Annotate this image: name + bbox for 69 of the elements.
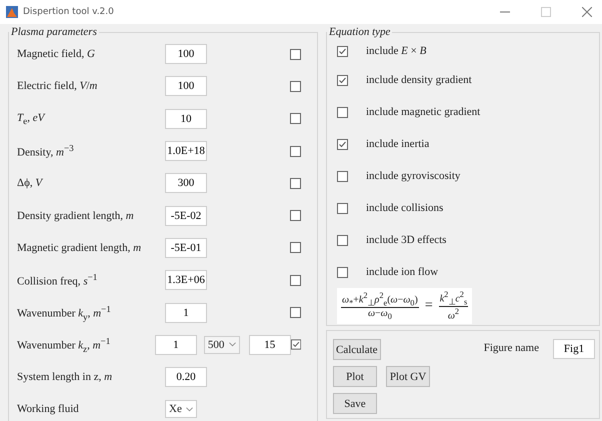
parameter-label: Magnetic field, G xyxy=(17,48,96,60)
checkbox[interactable] xyxy=(290,80,301,92)
checkbox[interactable] xyxy=(337,106,348,118)
parameter-label: Wavenumber k$_{y}$, m$^{−1}$ xyxy=(17,304,112,322)
option-label: include 3D effects xyxy=(366,234,446,246)
checkbox[interactable] xyxy=(290,146,301,157)
checkbox[interactable] xyxy=(290,113,301,124)
option-label: include E × B xyxy=(366,45,426,57)
option-label: include inertia xyxy=(366,138,430,150)
plot-button[interactable]: Plot GV xyxy=(386,366,430,387)
app-icon xyxy=(6,6,18,18)
value-field[interactable]: 15 xyxy=(248,334,291,355)
option-label: include collisions xyxy=(366,202,444,214)
parameter-label: System length in z, m xyxy=(17,371,114,384)
equation-denominator: ω−ω$_{0}$ xyxy=(368,308,392,321)
save-button[interactable]: Save xyxy=(333,393,377,414)
option-label: include magnetic gradient xyxy=(366,106,480,118)
window-title: Dispertion tool v.2.0 xyxy=(23,7,114,17)
steps-dropdown[interactable]: 500 xyxy=(204,336,240,354)
parameter-label: Magnetic gradient length, m xyxy=(17,242,142,254)
plot-button[interactable]: Plot xyxy=(333,366,377,387)
close-icon[interactable] xyxy=(582,7,592,17)
checkbox[interactable] xyxy=(290,307,301,318)
option-label: include density gradient xyxy=(366,74,472,86)
equation-numerator: ω$_{*}$+k$^{2}$$_{⊥}$ρ$^{2}$$_{e}$(ω−ω$_{0}$) xyxy=(341,290,419,308)
value-field[interactable]: 10 xyxy=(165,108,207,129)
checkbox[interactable] xyxy=(290,48,301,60)
checkbox[interactable] xyxy=(337,202,348,214)
checkbox[interactable] xyxy=(290,242,301,254)
option-label: include ion flow xyxy=(366,266,438,278)
caret-icon xyxy=(186,406,193,412)
panel-title: Plasma parameters xyxy=(10,26,98,38)
checkbox[interactable] xyxy=(290,178,301,189)
checkbox[interactable] xyxy=(290,339,301,350)
figure-name-field[interactable]: Fig1 xyxy=(553,339,595,359)
fluid-dropdown[interactable]: Xe xyxy=(165,400,197,418)
parameter-label: T$_{e}$, eV xyxy=(17,112,46,126)
parameter-label: Working fluid xyxy=(17,403,80,416)
option-label: include gyroviscosity xyxy=(366,170,460,182)
checkbox[interactable] xyxy=(337,266,348,278)
value-field[interactable]: -5E-01 xyxy=(165,238,207,258)
parameter-label: Collision freq, s$^{−1}$ xyxy=(17,272,98,288)
equals-sign: = xyxy=(424,298,433,314)
value-field[interactable]: 300 xyxy=(165,173,207,194)
caret-icon xyxy=(228,342,236,348)
parameter-label: Wavenumber k$_{z}$, m$^{−1}$ xyxy=(17,336,112,354)
checkbox[interactable] xyxy=(337,74,348,86)
figure-name-label: Figure name xyxy=(484,342,539,354)
value-field[interactable]: 0.20 xyxy=(165,367,207,388)
checkbox[interactable] xyxy=(337,170,348,182)
value-field[interactable]: 100 xyxy=(165,44,207,64)
parameter-label: Density gradient length, m xyxy=(17,210,135,222)
checkbox[interactable] xyxy=(290,274,301,286)
parameter-label: Δϕ, V xyxy=(17,177,44,190)
calculate-button[interactable]: Calculate xyxy=(333,339,381,360)
checkbox[interactable] xyxy=(337,138,348,150)
value-field[interactable]: 100 xyxy=(165,76,207,96)
checkbox[interactable] xyxy=(290,210,301,222)
parameter-label: Density, m$^{−3}$ xyxy=(17,143,75,159)
value-field[interactable]: 1.3E+06 xyxy=(165,270,207,290)
equation-denominator: ω$^{2}$ xyxy=(448,307,460,322)
parameter-label: Electric field, V/m xyxy=(17,80,98,92)
value-field[interactable]: 1 xyxy=(154,334,197,355)
checkbox[interactable] xyxy=(337,46,348,56)
value-field[interactable]: -5E-02 xyxy=(165,206,207,226)
panel-title: Equation type xyxy=(328,26,392,38)
value-field[interactable]: 1 xyxy=(165,302,207,323)
value-field[interactable]: 1.0E+18 xyxy=(165,141,207,162)
checkbox[interactable] xyxy=(337,234,348,246)
